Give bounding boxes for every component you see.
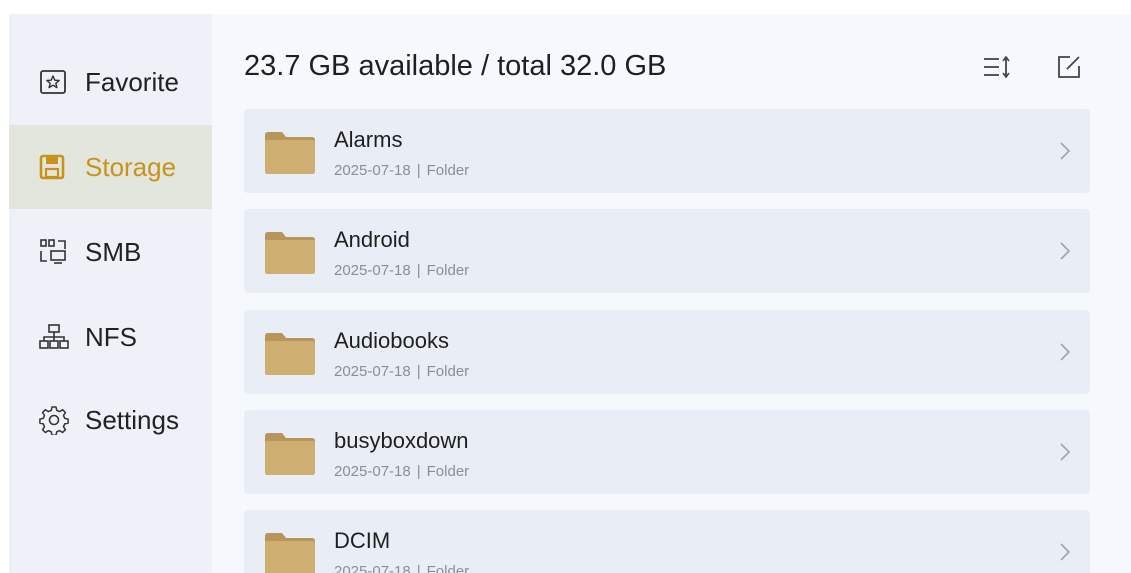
sidebar-item-favorite[interactable]: Favorite [9,40,212,124]
folder-icon [265,132,315,174]
folder-icon [265,533,315,573]
file-date: 2025-07-18 [334,262,411,279]
main-panel: 23.7 GB available / total 32.0 GB Alarms… [212,14,1131,573]
edit-button[interactable] [1054,54,1084,84]
file-type: Folder [426,563,470,573]
chevron-right-icon [1060,443,1071,461]
chevron-right-icon [1060,343,1071,361]
sidebar-item-storage[interactable]: Storage [9,125,212,209]
edit-icon [1056,54,1082,85]
file-row-alarms[interactable]: Alarms 2025-07-18 | Folder [244,109,1090,193]
file-type: Folder [426,162,470,179]
file-meta: 2025-07-18 | Folder [334,162,469,179]
file-meta: 2025-07-18 | Folder [334,563,469,573]
sort-icon [982,55,1012,84]
file-name: Alarms [334,127,403,152]
file-meta: 2025-07-18 | Folder [334,262,469,279]
file-date: 2025-07-18 [334,363,411,380]
file-type: Folder [426,463,470,480]
file-type: Folder [426,262,470,279]
file-name: Audiobooks [334,328,449,353]
nfs-network-icon [39,322,75,352]
folder-icon [265,433,315,475]
sidebar-item-settings[interactable]: Settings [9,378,212,462]
smb-network-icon [39,237,75,267]
sidebar-item-label: Settings [85,404,179,435]
storage-capacity-title: 23.7 GB available / total 32.0 GB [244,50,667,82]
chevron-right-icon [1060,142,1071,160]
favorite-star-icon [39,67,75,97]
sidebar-item-label: Favorite [85,66,179,97]
storage-disk-icon [39,152,75,182]
meta-separator: | [416,463,421,480]
file-row-android[interactable]: Android 2025-07-18 | Folder [244,209,1090,293]
sidebar-item-nfs[interactable]: NFS [9,295,212,379]
file-date: 2025-07-18 [334,563,411,573]
file-row-busyboxdown[interactable]: busyboxdown 2025-07-18 | Folder [244,410,1090,494]
file-name: Android [334,227,410,252]
file-name: DCIM [334,528,391,553]
file-meta: 2025-07-18 | Folder [334,363,469,380]
sidebar-item-smb[interactable]: SMB [9,210,212,294]
folder-icon [265,232,315,274]
file-date: 2025-07-18 [334,162,411,179]
file-row-audiobooks[interactable]: Audiobooks 2025-07-18 | Folder [244,310,1090,394]
file-date: 2025-07-18 [334,463,411,480]
meta-separator: | [416,162,421,179]
meta-separator: | [416,262,421,279]
file-meta: 2025-07-18 | Folder [334,463,469,480]
settings-gear-icon [39,405,75,435]
file-type: Folder [426,363,470,380]
sidebar: Favorite Storage SMB NFS Settings [9,14,212,573]
sidebar-item-label: SMB [85,236,142,267]
meta-separator: | [416,363,421,380]
chevron-right-icon [1060,242,1071,260]
sidebar-item-label: NFS [85,321,137,352]
sort-button[interactable] [982,54,1012,84]
file-manager-window: Favorite Storage SMB NFS Settings 23.7 G… [9,14,1131,573]
chevron-right-icon [1060,543,1071,561]
folder-icon [265,333,315,375]
file-row-dcim[interactable]: DCIM 2025-07-18 | Folder [244,510,1090,573]
meta-separator: | [416,563,421,573]
file-name: busyboxdown [334,428,469,453]
sidebar-item-label: Storage [85,151,177,182]
